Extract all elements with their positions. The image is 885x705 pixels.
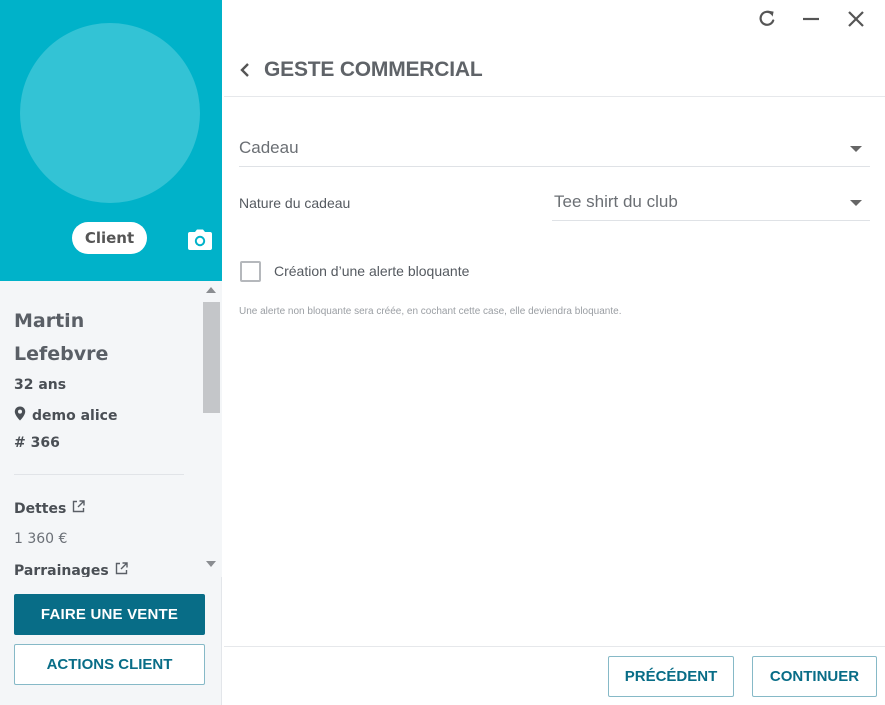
page-title: GESTE COMMERCIAL: [264, 58, 483, 81]
make-sale-button[interactable]: FAIRE UNE VENTE: [14, 594, 205, 635]
client-location: demo alice: [14, 406, 117, 425]
client-badge: Client: [72, 222, 147, 254]
client-header: Client: [0, 0, 222, 281]
client-age-text: 32 ans: [14, 377, 67, 393]
client-actions-button[interactable]: ACTIONS CLIENT: [14, 644, 205, 685]
blocking-alert-checkbox[interactable]: [240, 261, 261, 282]
divider: [14, 474, 184, 475]
client-sidebar: Client Martin Lefebvre 32 ans demo alice: [0, 0, 222, 705]
dropdown-caret-icon: [850, 146, 862, 152]
gift-nature-value: Tee shirt du club: [554, 192, 678, 211]
sidebar-scrollbar[interactable]: [201, 281, 222, 577]
client-last-name: Lefebvre: [14, 343, 109, 365]
refresh-icon[interactable]: [755, 7, 779, 31]
minimize-icon[interactable]: [799, 7, 823, 31]
external-link-icon: [72, 500, 86, 517]
sponsorship-label: Parrainages: [14, 562, 109, 578]
avatar: [20, 23, 200, 203]
gift-type-select[interactable]: Cadeau: [239, 130, 870, 167]
client-age: 32 ans: [14, 377, 66, 393]
blocking-alert-hint: Une alerte non bloquante sera créée, en …: [239, 306, 622, 317]
blocking-alert-label[interactable]: Création d’une alerte bloquante: [274, 263, 469, 279]
map-pin-icon: [14, 406, 26, 425]
client-number: # 366: [14, 435, 60, 451]
close-icon[interactable]: [844, 7, 868, 31]
debts-link[interactable]: Dettes: [14, 500, 86, 517]
scroll-down-arrow-icon[interactable]: [206, 561, 216, 567]
continue-button[interactable]: CONTINUER: [752, 656, 877, 697]
client-number-text: # 366: [14, 435, 60, 451]
debts-label: Dettes: [14, 500, 67, 517]
camera-icon[interactable]: [187, 229, 213, 251]
gift-nature-select[interactable]: Tee shirt du club: [552, 184, 870, 221]
gift-nature-label: Nature du cadeau: [239, 195, 351, 211]
sponsorship-link[interactable]: Parrainages: [14, 562, 128, 577]
scroll-thumb[interactable]: [203, 302, 220, 413]
client-info: Martin Lefebvre 32 ans demo alice # 366 …: [0, 281, 201, 577]
dropdown-caret-icon: [850, 200, 862, 206]
previous-button[interactable]: PRÉCÉDENT: [608, 656, 734, 697]
back-chevron-icon[interactable]: [238, 62, 252, 78]
gift-type-value: Cadeau: [239, 138, 299, 157]
debts-amount: 1 360 €: [14, 531, 68, 547]
client-first-name: Martin: [14, 310, 85, 332]
page-header: GESTE COMMERCIAL: [224, 40, 885, 97]
scroll-up-arrow-icon[interactable]: [206, 287, 216, 293]
client-location-text: demo alice: [32, 407, 118, 424]
external-link-icon: [115, 562, 128, 577]
